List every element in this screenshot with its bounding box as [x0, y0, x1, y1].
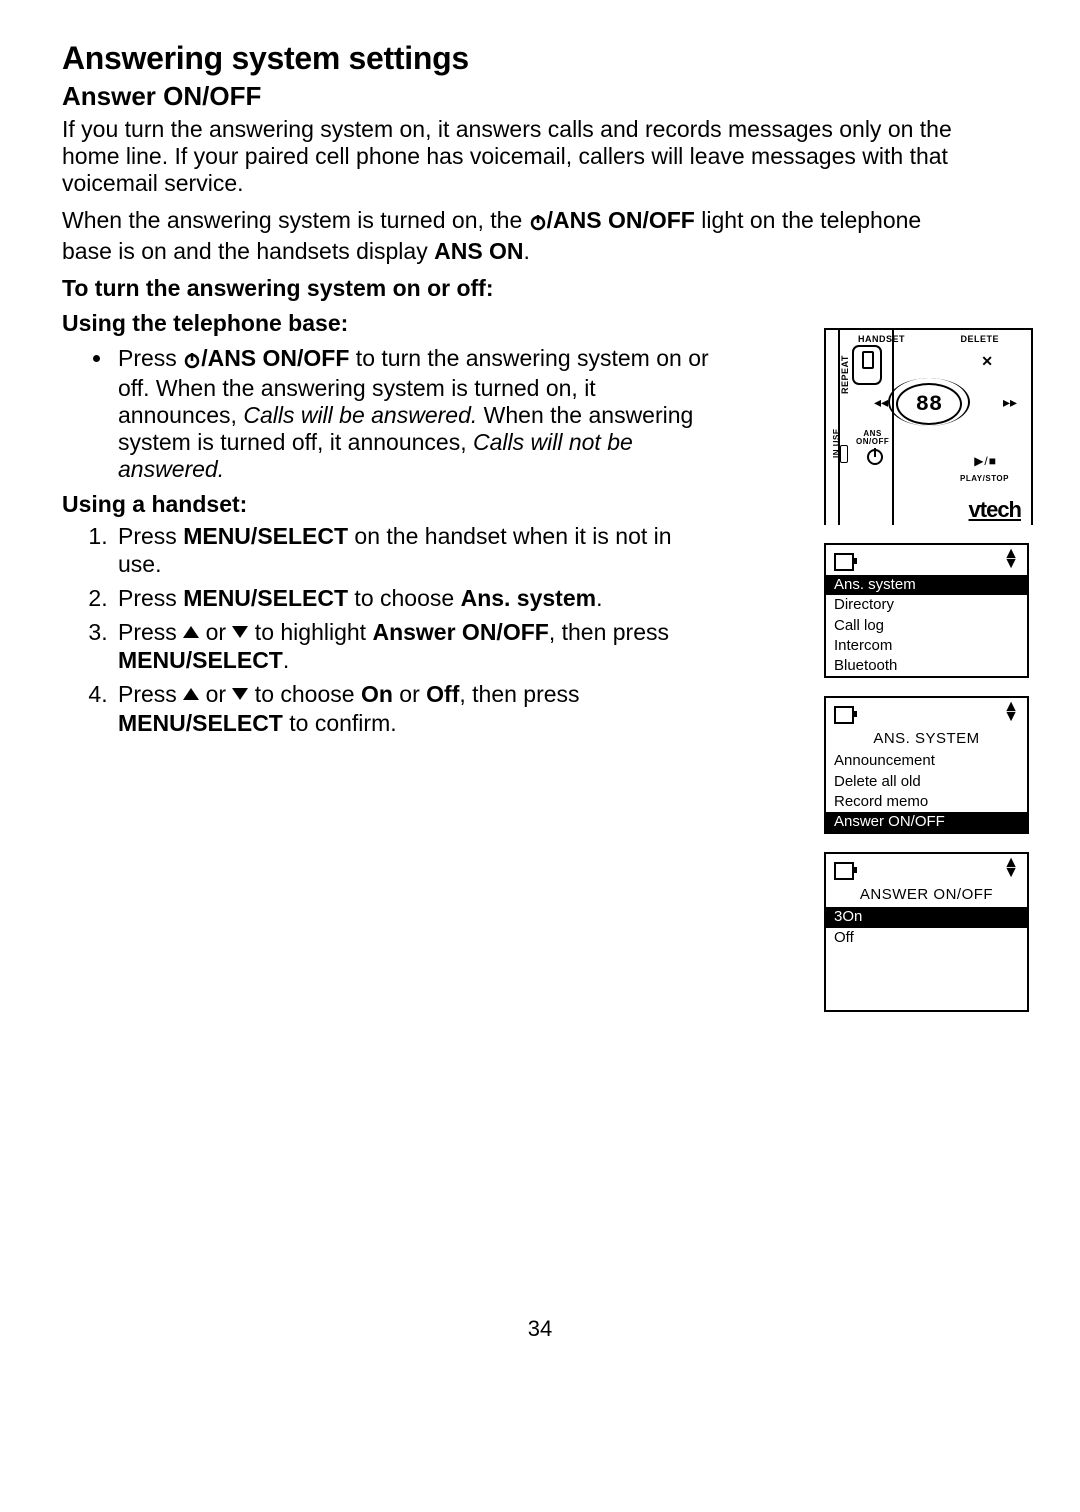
- repeat-arrow-icon: ◂◂: [874, 394, 888, 411]
- handset-screen-1: ▲▼ Ans. system Directory Call log Interc…: [824, 543, 1029, 678]
- playstop-label: PLAY/STOP: [960, 474, 1009, 483]
- power-icon: [529, 210, 547, 237]
- handset-label: HANDSET: [858, 334, 905, 344]
- menu-row: 3On: [826, 907, 1027, 927]
- updown-icon: ▲▼: [1003, 858, 1019, 877]
- battery-icon: [834, 862, 854, 880]
- power-icon: [183, 348, 201, 375]
- delete-label: DELETE: [960, 334, 999, 344]
- repeat-label: REPEAT: [840, 355, 850, 394]
- handset-screen-2: ▲▼ ANS. SYSTEM Announcement Delete all o…: [824, 696, 1029, 834]
- subhead-using-handset: Using a handset:: [62, 491, 712, 518]
- inuse-led-icon: [840, 445, 848, 463]
- menu-row: Intercom: [826, 636, 1027, 656]
- intro-paragraph: If you turn the answering system on, it …: [62, 116, 962, 197]
- skip-arrow-icon: ▸▸: [1003, 394, 1017, 411]
- delete-x-icon: ✕: [981, 353, 993, 370]
- up-arrow-icon: [183, 688, 199, 700]
- handset-screen-3: ▲▼ ANSWER ON/OFF 3On Off: [824, 852, 1029, 1012]
- menu-row: Announcement: [826, 751, 1027, 771]
- updown-icon: ▲▼: [1003, 549, 1019, 568]
- up-arrow-icon: [183, 626, 199, 638]
- down-arrow-icon: [232, 626, 248, 638]
- battery-icon: [834, 553, 854, 571]
- step-1: Press MENU/SELECT on the handset when it…: [114, 522, 712, 578]
- battery-icon: [834, 706, 854, 724]
- screen-title: ANSWER ON/OFF: [826, 884, 1027, 907]
- bullet-base: Press /ANS ON/OFF to turn the answering …: [114, 345, 712, 484]
- section-title: Answer ON/OFF: [62, 81, 1022, 112]
- ans-onoff-label: ANSON/OFF: [856, 430, 889, 446]
- display-counter: 88: [896, 383, 962, 425]
- power-button-icon: [864, 445, 886, 467]
- screen-title: ANS. SYSTEM: [826, 728, 1027, 751]
- step-3: Press or to highlight Answer ON/OFF, the…: [114, 618, 712, 674]
- brand-logo: vtech: [969, 497, 1021, 523]
- step-2: Press MENU/SELECT to choose Ans. system.: [114, 584, 712, 612]
- menu-row: Record memo: [826, 792, 1027, 812]
- menu-row: Delete all old: [826, 772, 1027, 792]
- menu-row: Off: [826, 928, 1027, 948]
- playstop-icon: ▶/■: [974, 454, 997, 468]
- light-paragraph: When the answering system is turned on, …: [62, 207, 962, 264]
- menu-row: Bluetooth: [826, 656, 1027, 676]
- page-title: Answering system settings: [62, 40, 1022, 77]
- updown-icon: ▲▼: [1003, 702, 1019, 721]
- handset-icon: [852, 345, 882, 385]
- down-arrow-icon: [232, 688, 248, 700]
- menu-row: Answer ON/OFF: [826, 812, 1027, 832]
- subhead-turn-onoff: To turn the answering system on or off:: [62, 275, 1022, 302]
- menu-row: Ans. system: [826, 575, 1027, 595]
- step-4: Press or to choose On or Off, then press…: [114, 680, 712, 736]
- menu-row: Call log: [826, 616, 1027, 636]
- base-diagram: HANDSET DELETE ✕ 88 ◂◂ ▸▸ REPEAT ANSON/O…: [824, 328, 1033, 525]
- page-number: 34: [0, 1316, 1080, 1342]
- menu-row: Directory: [826, 595, 1027, 615]
